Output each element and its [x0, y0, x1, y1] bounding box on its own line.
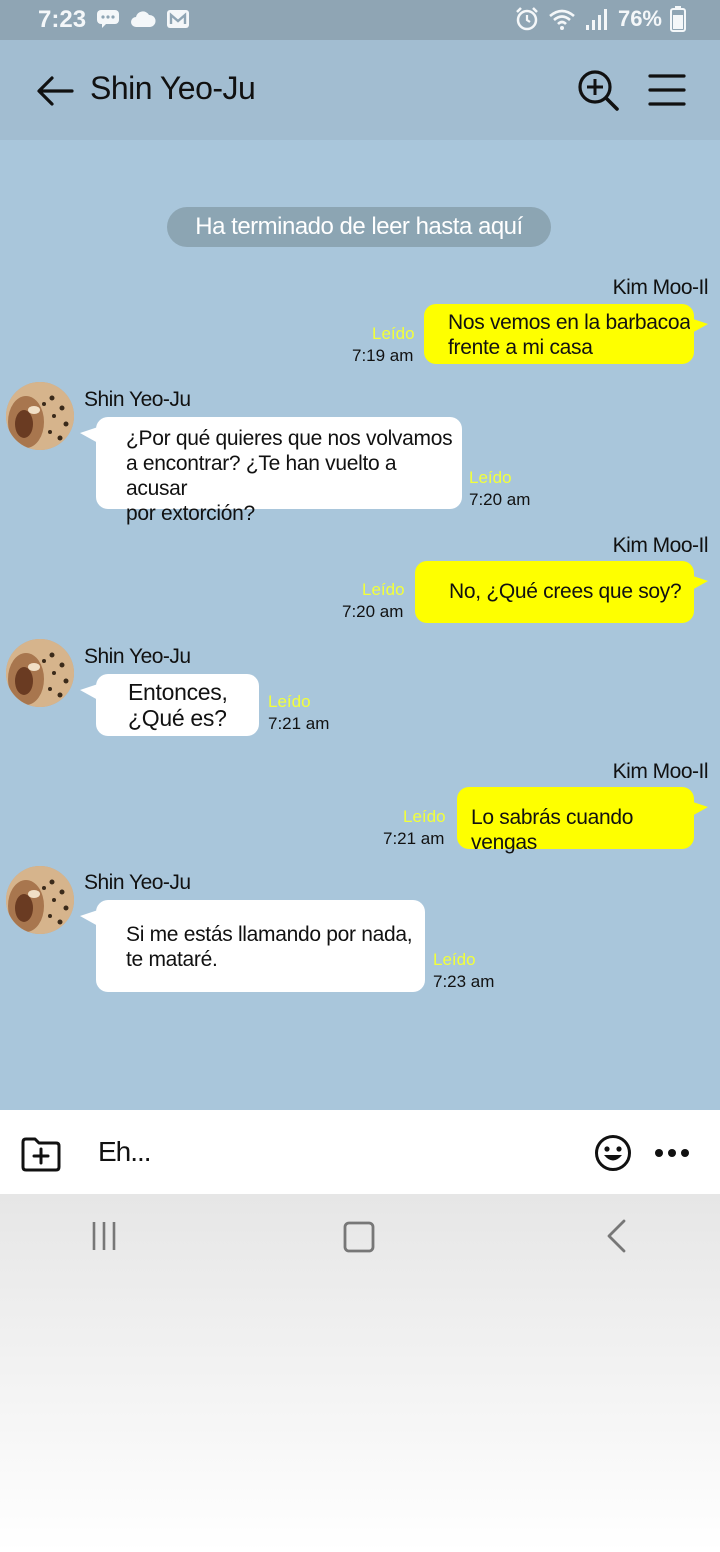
- system-navigation-bar: [0, 1194, 720, 1552]
- sender-name: Shin Yeo-Ju: [84, 388, 191, 411]
- read-status: Leído: [403, 807, 446, 826]
- message-bubble-incoming[interactable]: ¿Por qué quieres que nos volvamos a enco…: [80, 417, 462, 525]
- system-back-button[interactable]: [604, 1218, 628, 1254]
- message-line: ¿Por qué quieres que nos volvamos: [126, 427, 453, 450]
- sender-name: Kim Moo-Il: [612, 276, 709, 299]
- gmail-icon: [167, 10, 189, 28]
- folder-plus-icon: [21, 1137, 61, 1172]
- recent-apps-button[interactable]: [90, 1220, 118, 1252]
- chat-messages[interactable]: Ha terminado de leer hasta aquí Kim Moo-…: [0, 140, 720, 1110]
- signal-icon: [585, 9, 607, 30]
- chat-title: Shin Yeo-Ju: [90, 70, 256, 106]
- message-line: ¿Qué es?: [128, 705, 227, 731]
- zoom-search-button[interactable]: [576, 68, 620, 112]
- zoom-in-icon: [578, 70, 619, 111]
- message-line: por extorción?: [126, 502, 255, 525]
- message-line: Lo sabrás cuando vengas: [471, 806, 634, 854]
- cheetah-avatar-image: [6, 382, 74, 450]
- message-line: frente a mi casa: [448, 336, 593, 359]
- read-status: Leído: [268, 692, 311, 711]
- sender-name: Kim Moo-Il: [612, 534, 709, 557]
- sender-name: Kim Moo-Il: [612, 760, 709, 783]
- message-time: 7:20 am: [469, 490, 531, 509]
- battery-icon: [670, 6, 686, 32]
- avatar[interactable]: [6, 382, 74, 450]
- chevron-left-icon: [607, 1219, 626, 1253]
- message-time: 7:20 am: [342, 602, 404, 621]
- read-marker: Ha terminado de leer hasta aquí: [167, 207, 551, 247]
- system-icons: 76%: [514, 6, 686, 32]
- message-line: te mataré.: [126, 948, 218, 971]
- smiley-icon: [595, 1135, 631, 1171]
- emoji-button[interactable]: [594, 1134, 632, 1172]
- status-bar: 7:23 76%: [0, 0, 720, 40]
- message-bubble-incoming[interactable]: Entonces, ¿Qué es?: [80, 674, 259, 736]
- message-bubble-outgoing[interactable]: Lo sabrás cuando vengas: [457, 787, 708, 854]
- home-square-icon: [343, 1221, 375, 1253]
- cheetah-avatar-image: [6, 639, 74, 707]
- read-status: Leído: [362, 580, 405, 599]
- menu-button[interactable]: [646, 70, 688, 110]
- read-status: Leído: [372, 324, 415, 343]
- home-button[interactable]: [342, 1220, 376, 1254]
- read-status: Leído: [433, 950, 476, 969]
- message-time: 7:23 am: [433, 972, 495, 991]
- message-line: Nos vemos en la barbacoa: [448, 311, 691, 334]
- message-input[interactable]: Eh...: [98, 1136, 152, 1168]
- message-time: 7:21 am: [268, 714, 330, 733]
- message-bubble-outgoing[interactable]: Nos vemos en la barbacoa frente a mi cas…: [424, 304, 708, 364]
- wifi-icon: [549, 9, 575, 30]
- recent-apps-icon: [92, 1222, 116, 1250]
- message-bubble-incoming[interactable]: Si me estás llamando por nada, te mataré…: [80, 900, 425, 992]
- message-time: 7:19 am: [352, 346, 414, 365]
- message-line: Entonces,: [128, 679, 228, 705]
- message-input-bar: Eh...: [0, 1110, 720, 1194]
- chat-header: Shin Yeo-Ju: [0, 40, 720, 140]
- message-line: a encontrar? ¿Te han vuelto a acusar: [126, 452, 397, 500]
- notification-icons: [96, 9, 190, 29]
- hamburger-icon: [648, 74, 686, 106]
- message-time: 7:21 am: [383, 829, 445, 848]
- attach-button[interactable]: [20, 1134, 62, 1174]
- more-dots-icon: [655, 1149, 689, 1157]
- avatar[interactable]: [6, 639, 74, 707]
- sender-name: Shin Yeo-Ju: [84, 871, 191, 894]
- more-options-button[interactable]: [654, 1146, 690, 1158]
- cloud-icon: [131, 11, 156, 27]
- message-line: No, ¿Qué crees que soy?: [449, 580, 682, 603]
- back-button[interactable]: [34, 70, 76, 112]
- battery-percentage: 76%: [617, 6, 662, 31]
- message-line: Si me estás llamando por nada,: [126, 923, 413, 946]
- sender-name: Shin Yeo-Ju: [84, 645, 191, 668]
- message-bubble-outgoing[interactable]: No, ¿Qué crees que soy?: [415, 561, 708, 623]
- read-status: Leído: [469, 468, 512, 487]
- status-time: 7:23: [38, 6, 87, 33]
- chat-notification-icon: [97, 10, 119, 28]
- alarm-icon: [516, 7, 538, 31]
- cheetah-avatar-image: [6, 866, 74, 934]
- arrow-left-icon: [37, 76, 74, 106]
- avatar[interactable]: [6, 866, 74, 934]
